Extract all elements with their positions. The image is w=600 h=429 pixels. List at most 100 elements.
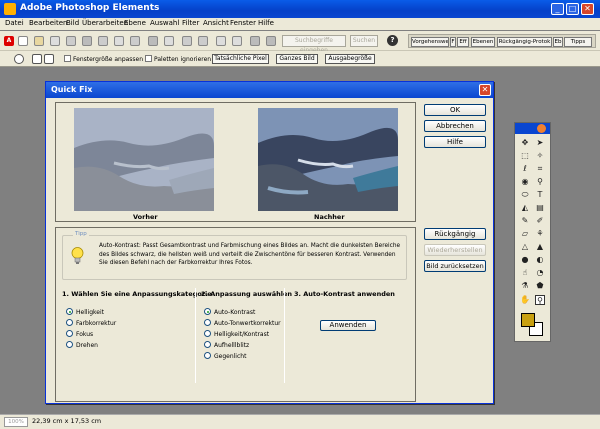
- close-window-button[interactable]: ✕: [581, 3, 594, 15]
- option-auto-tonwertkorrektur[interactable]: Auto-Tonwertkorrektur: [204, 319, 281, 328]
- tab-vorgehensweise[interactable]: Vorgehenswe: [411, 37, 449, 47]
- radio-drehen[interactable]: [66, 341, 73, 348]
- option-gegenlicht[interactable]: Gegenlicht: [204, 352, 246, 361]
- lasso-tool-icon[interactable]: ℓ: [520, 164, 530, 174]
- import-icon[interactable]: [66, 36, 76, 46]
- option-fokus[interactable]: Fokus: [66, 330, 93, 339]
- help-icon[interactable]: ?: [387, 35, 398, 46]
- quick-fix-icon[interactable]: [266, 36, 276, 46]
- radio-gegenlicht[interactable]: [204, 352, 211, 359]
- fit-window-option[interactable]: Fenstergröße anpassen: [64, 55, 143, 63]
- radio-farbkorrektur[interactable]: [66, 319, 73, 326]
- tab-ebenen[interactable]: Ebenen: [471, 37, 495, 47]
- custom-shape-tool-icon[interactable]: ⬟: [535, 281, 545, 291]
- tab-effekte[interactable]: Eff: [457, 37, 469, 47]
- menu-ansicht[interactable]: Ansicht: [203, 19, 229, 27]
- attach-icon[interactable]: [130, 36, 140, 46]
- menu-hilfe[interactable]: Hilfe: [258, 19, 274, 27]
- radio-auto-kontrast[interactable]: [204, 308, 211, 315]
- tab-f[interactable]: F: [450, 37, 456, 47]
- reset-image-button[interactable]: Bild zurücksetzen: [424, 260, 486, 272]
- radio-auto-tonwertkorrektur[interactable]: [204, 319, 211, 326]
- ok-button[interactable]: OK: [424, 104, 486, 116]
- radio-fokus[interactable]: [66, 330, 73, 337]
- save-web-icon[interactable]: [98, 36, 108, 46]
- ignore-palettes-option[interactable]: Paletten ignorieren: [145, 55, 211, 63]
- browse-icon[interactable]: [50, 36, 60, 46]
- search-button[interactable]: Suchen: [350, 35, 378, 47]
- shape-tool-icon[interactable]: ⬭: [520, 190, 530, 200]
- zoom-level-field[interactable]: 100%: [4, 417, 28, 427]
- move-tool-icon[interactable]: ✥: [520, 138, 530, 148]
- minimize-button[interactable]: _: [551, 3, 564, 15]
- cancel-button[interactable]: Abbrechen: [424, 120, 486, 132]
- option-helligkeit-kontrast[interactable]: Helligkeit/Kontrast: [204, 330, 269, 339]
- undo-icon[interactable]: [216, 36, 226, 46]
- radio-helligkeit[interactable]: [66, 308, 73, 315]
- brush-tool-icon[interactable]: ✐: [535, 216, 545, 226]
- menu-bearbeiten[interactable]: Bearbeiten: [29, 19, 67, 27]
- online-services-icon[interactable]: [182, 36, 192, 46]
- zoom-tool-icon[interactable]: ⚲: [535, 295, 545, 305]
- menu-fenster[interactable]: Fenster: [230, 19, 256, 27]
- hand-tool-icon[interactable]: ✋: [520, 295, 530, 305]
- print-size-button[interactable]: Ausgabegröße: [325, 54, 375, 64]
- pattern-stamp-tool-icon[interactable]: ⚘: [535, 229, 545, 239]
- open-icon[interactable]: [34, 36, 44, 46]
- dialog-close-icon[interactable]: ✕: [479, 84, 491, 96]
- pdf-icon[interactable]: [114, 36, 124, 46]
- help-button[interactable]: Hilfe: [424, 136, 486, 148]
- option-farbkorrektur[interactable]: Farbkorrektur: [66, 319, 116, 328]
- print-preview-icon[interactable]: [164, 36, 174, 46]
- option-aufhellblitz[interactable]: Aufhelllblitz: [204, 341, 249, 350]
- menu-datei[interactable]: Datei: [5, 19, 24, 27]
- eraser-tool-icon[interactable]: ▱: [520, 229, 530, 239]
- new-file-icon[interactable]: [18, 36, 28, 46]
- print-icon[interactable]: [148, 36, 158, 46]
- sponge-tool-icon[interactable]: ●: [520, 255, 530, 265]
- crop-tool-icon[interactable]: ⌗: [535, 164, 545, 174]
- burn-tool-icon[interactable]: ◔: [535, 268, 545, 278]
- menu-ebene[interactable]: Ebene: [124, 19, 146, 27]
- undo-button[interactable]: Rückgängig: [424, 228, 486, 240]
- type-tool-icon[interactable]: T: [535, 190, 545, 200]
- radio-helligkeit-kontrast[interactable]: [204, 330, 211, 337]
- menu-filter[interactable]: Filter: [182, 19, 199, 27]
- tab-rueckgaengig-protokoll[interactable]: Rückgängig-Protok: [497, 37, 552, 47]
- redo-button[interactable]: Wiederherstellen: [424, 244, 486, 256]
- menu-auswahl[interactable]: Auswahl: [150, 19, 179, 27]
- save-icon[interactable]: [82, 36, 92, 46]
- option-drehen[interactable]: Drehen: [66, 341, 98, 350]
- selection-tool-icon[interactable]: ➤: [535, 138, 545, 148]
- blur-tool-icon[interactable]: △: [520, 242, 530, 252]
- zoom-tool-icon[interactable]: [14, 54, 24, 64]
- step-backward-icon[interactable]: [250, 36, 260, 46]
- tab-eb[interactable]: Eb: [553, 37, 563, 47]
- magic-wand-tool-icon[interactable]: ✧: [535, 151, 545, 161]
- maximize-button[interactable]: □: [566, 3, 579, 15]
- ignore-palettes-checkbox[interactable]: [145, 55, 152, 62]
- zoom-out-icon[interactable]: [44, 54, 54, 64]
- apply-button[interactable]: Anwenden: [320, 320, 376, 331]
- dodge-tool-icon[interactable]: ◐: [535, 255, 545, 265]
- menu-ueberarbeiten[interactable]: Überarbeiten: [82, 19, 128, 27]
- option-auto-kontrast[interactable]: Auto-Kontrast: [204, 308, 255, 317]
- redo-icon[interactable]: [232, 36, 242, 46]
- eyedropper-tool-icon[interactable]: ⚗: [520, 281, 530, 291]
- tab-tipps[interactable]: Tipps: [564, 37, 592, 47]
- smudge-tool-icon[interactable]: ☝: [520, 268, 530, 278]
- radio-aufhellblitz[interactable]: [204, 341, 211, 348]
- pencil-tool-icon[interactable]: ✎: [520, 216, 530, 226]
- marquee-tool-icon[interactable]: ⬚: [520, 151, 530, 161]
- foreground-color-swatch[interactable]: [521, 313, 535, 327]
- toolbox-header[interactable]: [515, 123, 550, 134]
- menu-bild[interactable]: Bild: [66, 19, 79, 27]
- sharpen-tool-icon[interactable]: ▲: [535, 242, 545, 252]
- actual-pixels-button[interactable]: Tatsächliche Pixel: [212, 54, 269, 64]
- clone-stamp-tool-icon[interactable]: ⚲: [535, 177, 545, 187]
- red-eye-tool-icon[interactable]: ◉: [520, 177, 530, 187]
- fit-screen-button[interactable]: Ganzes Bild: [276, 54, 318, 64]
- email-icon[interactable]: [198, 36, 208, 46]
- option-helligkeit[interactable]: Helligkeit: [66, 308, 104, 317]
- help-search-input[interactable]: Suchbegriffe eingeben: [282, 35, 346, 54]
